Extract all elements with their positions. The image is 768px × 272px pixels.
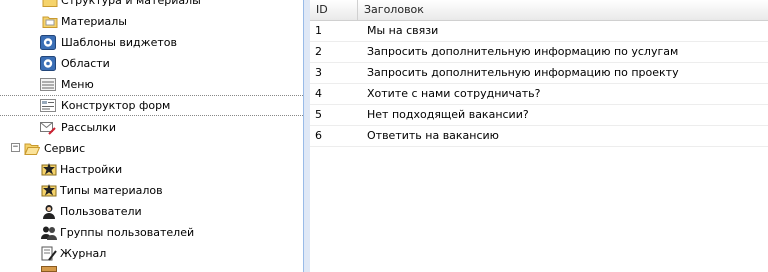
menu-list-icon <box>40 77 56 92</box>
cell-title: Нет подходящей вакансии? <box>367 108 529 121</box>
table-row[interactable]: 6 Ответить на вакансию <box>310 126 768 147</box>
tree-item-partial-icon <box>41 266 57 272</box>
tree-item-label: Области <box>61 57 110 70</box>
mail-pencil-icon <box>40 120 56 135</box>
tree-item-label: Структура и материалы <box>61 0 201 7</box>
column-header-title[interactable]: Заголовок <box>358 0 768 20</box>
collapse-toggle[interactable]: − <box>11 143 20 152</box>
cell-id: 1 <box>315 24 322 37</box>
cell-title: Хотите с нами сотрудничать? <box>367 87 541 100</box>
journal-pen-icon <box>41 246 57 261</box>
table-row[interactable]: 4 Хотите с нами сотрудничать? <box>310 84 768 105</box>
tree-item-label: Сервис <box>44 142 86 155</box>
navigation-tree: Структура и материалы Материалы Шаблоны … <box>0 0 304 272</box>
table-row[interactable]: 5 Нет подходящей вакансии? <box>310 105 768 126</box>
tree-item-label: Типы материалов <box>60 184 163 197</box>
cell-title: Запросить дополнительную информацию по п… <box>367 66 679 79</box>
tree-item-service[interactable]: − Сервис <box>0 138 303 159</box>
tree-item-label: Шаблоны виджетов <box>61 36 177 49</box>
settings-star-icon <box>41 162 57 177</box>
tree-item-label: Журнал <box>60 247 107 260</box>
tree-item-label: Меню <box>61 78 94 91</box>
gear-icon <box>40 35 56 50</box>
cell-title: Ответить на вакансию <box>367 129 499 142</box>
tree-item-material-types[interactable]: Типы материалов <box>0 180 303 201</box>
document-folder-icon <box>42 14 58 29</box>
tree-item-label: Настройки <box>60 163 123 176</box>
table-row[interactable]: 2 Запросить дополнительную информацию по… <box>310 42 768 63</box>
cell-title: Мы на связи <box>367 24 439 37</box>
table-row[interactable]: 3 Запросить дополнительную информацию по… <box>310 63 768 84</box>
folder-icon <box>42 0 58 8</box>
users-group-icon <box>41 225 57 240</box>
tree-item-materials[interactable]: Материалы <box>0 11 303 32</box>
tree-item-settings[interactable]: Настройки <box>0 159 303 180</box>
cell-id: 6 <box>315 129 322 142</box>
cell-id: 3 <box>315 66 322 79</box>
tree-item-label: Рассылки <box>61 121 116 134</box>
tree-item-widget-templates[interactable]: Шаблоны виджетов <box>0 32 303 53</box>
tree-item-label: Группы пользователей <box>60 226 195 239</box>
grid-header: ID Заголовок <box>310 0 768 21</box>
tree-item-menu[interactable]: Меню <box>0 74 303 95</box>
cell-id: 5 <box>315 108 322 121</box>
types-star-icon <box>41 183 57 198</box>
cell-id: 4 <box>315 87 322 100</box>
tree-item-structure-materials[interactable]: Структура и материалы <box>0 0 303 11</box>
tree-item-label: Материалы <box>61 15 127 28</box>
tree-item-label: Пользователи <box>60 205 142 218</box>
cell-title: Запросить дополнительную информацию по у… <box>367 45 679 58</box>
tree-item-user-groups[interactable]: Группы пользователей <box>0 222 303 243</box>
column-header-id[interactable]: ID <box>310 0 358 20</box>
folder-open-icon <box>24 141 41 156</box>
tree-item-users[interactable]: Пользователи <box>0 201 303 222</box>
tree-item-areas[interactable]: Области <box>0 53 303 74</box>
form-icon <box>40 98 56 113</box>
tree-item-mailings[interactable]: Рассылки <box>0 117 303 138</box>
gear-icon <box>40 56 56 71</box>
tree-item-form-builder[interactable]: Конструктор форм <box>0 95 303 116</box>
cell-id: 2 <box>315 45 322 58</box>
tree-item-label: Конструктор форм <box>61 99 171 112</box>
user-icon <box>41 204 57 219</box>
table-row[interactable]: 1 Мы на связи <box>310 21 768 42</box>
tree-item-journal[interactable]: Журнал <box>0 243 303 264</box>
forms-grid: ID Заголовок 1 Мы на связи 2 Запросить д… <box>310 0 768 272</box>
